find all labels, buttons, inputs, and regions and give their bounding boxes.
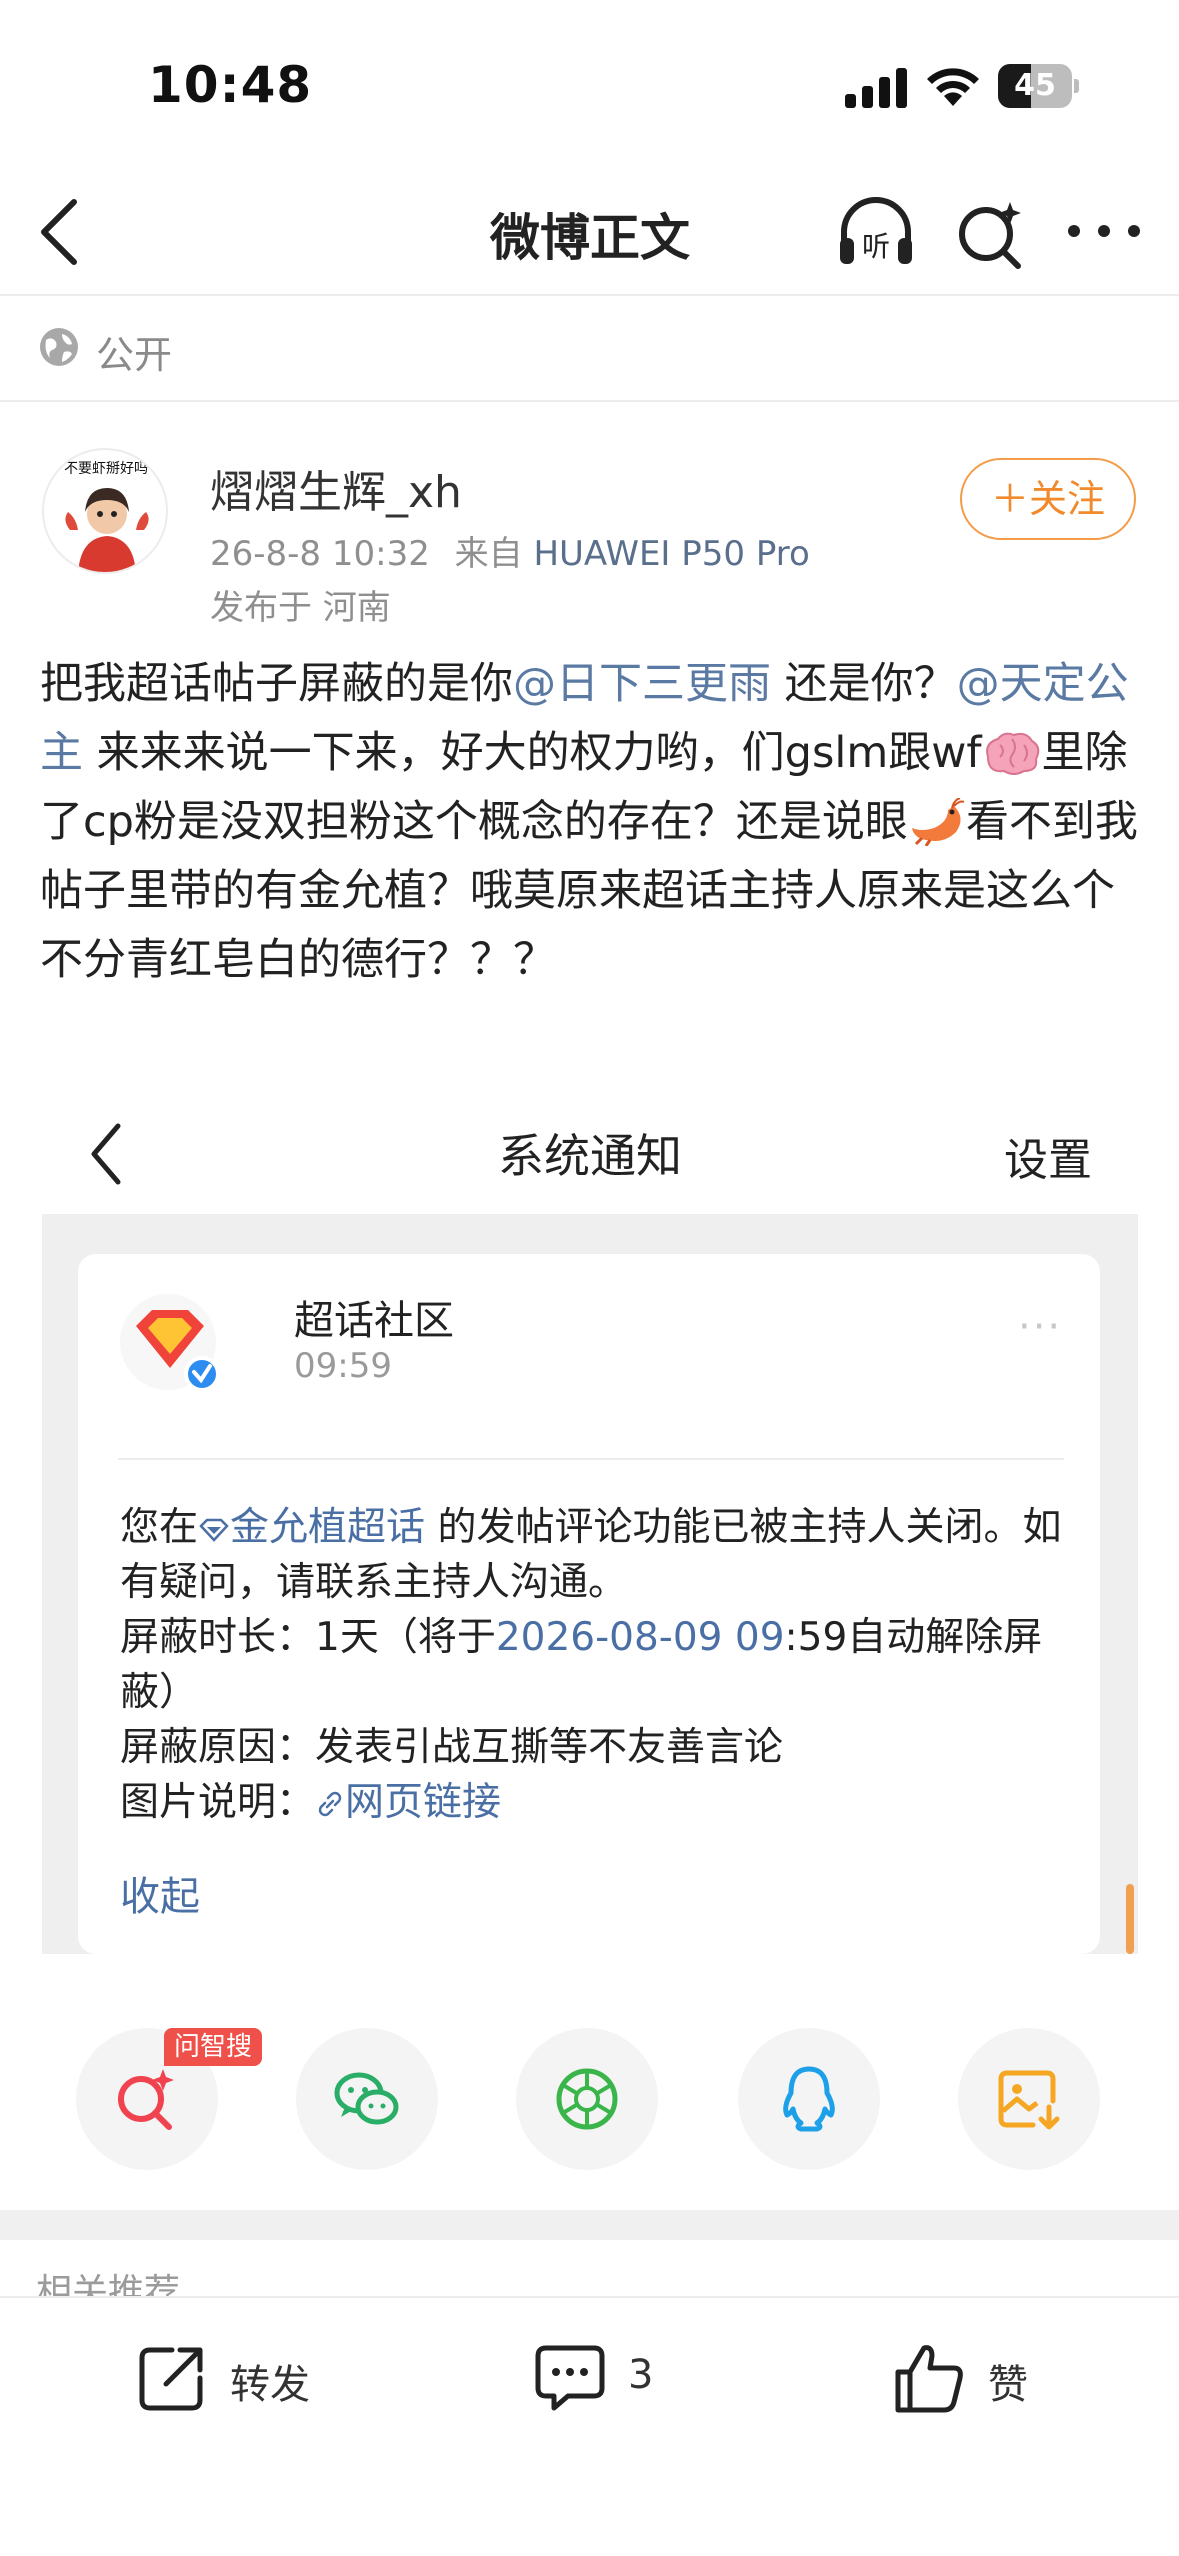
thumbs-up-icon [895,2345,963,2413]
embedded-settings-label: 设置 [1004,1135,1092,1186]
brain-emoji-icon [985,732,1039,775]
comment-icon [535,2345,605,2411]
bottom-action-bar: 转发 3 赞 [0,2296,1179,2556]
diamond-icon [199,1518,229,1542]
duration-value: 1天（将于 [315,1615,496,1660]
nav-bar: 微博正文 听 [0,170,1179,294]
clock: 10:48 [148,56,313,114]
reason-value: 发表引战互撕等不友善言论 [315,1725,784,1770]
ai-search-icon [118,2069,174,2130]
web-link: 网页链接 [345,1780,502,1825]
wifi-icon [927,68,979,106]
chevron-left-icon[interactable] [30,192,90,272]
notice-text: 您在 [120,1505,199,1550]
post-text-1: 把我超话帖子屏蔽的是你 [40,659,513,709]
post-text-3: 来来来说一下来，好大的权力哟，们gslm跟wf [96,728,982,778]
search-sparkle-icon[interactable] [954,190,1026,274]
notification-card: 超话社区 09:59 ··· 您在 金允植超话 的发帖评论功能已被主持人关闭。如有… [78,1254,1100,1954]
ai-search-badge: 问智搜 [164,2028,263,2066]
moments-icon [556,2068,618,2130]
sender-time: 09:59 [294,1346,392,1386]
duration-label: 屏蔽时长： [120,1615,316,1660]
topic-link: 金允植超话 [230,1505,426,1550]
globe-icon [40,328,78,366]
qq-icon [783,2066,835,2132]
post-body: 把我超话帖子屏蔽的是你@日下三更雨 还是你？@天定公主 来来来说一下来，好大的权… [40,650,1150,995]
source-device: HUAWEI P50 Pro [533,534,810,574]
headphones-listen-icon[interactable]: 听 [834,190,918,274]
like-button[interactable]: 赞 [892,2332,1052,2422]
follow-button[interactable]: ＋关注 [960,458,1136,540]
comment-count: 3 [628,2352,654,2398]
battery-icon: 45 [998,64,1079,108]
post-date: 26-8-8 10:32 [210,534,430,574]
mention-link[interactable]: @日下三更雨 [513,659,771,709]
repost-icon [139,2347,203,2411]
page-title: 微博正文 [490,209,690,267]
reason-label: 屏蔽原因： [120,1725,316,1770]
repost-button[interactable]: 转发 [134,2332,334,2422]
cellular-signal-icon [845,68,907,108]
comment-button[interactable]: 3 [532,2332,692,2422]
post-meta: 26-8-8 10:32 来自 HUAWEI P50 Pro [210,526,810,575]
card-more-icon: ··· [1018,1304,1063,1350]
listen-glyph: 听 [862,230,890,263]
shrimp-emoji-icon [911,798,965,846]
visibility-row: 公开 [0,296,1179,400]
divider [118,1458,1064,1460]
link-icon [318,1791,342,1817]
share-qq-button[interactable] [738,2028,880,2170]
embedded-screenshot-header: 系统通知 设置 [42,1090,1138,1218]
divider [0,400,1179,402]
duration-date: 2026-08-09 09 [495,1615,785,1660]
more-dots-icon[interactable] [1064,206,1144,256]
super-topic-logo-icon [120,1294,220,1392]
repost-label: 转发 [230,2362,310,2408]
wechat-icon [334,2072,399,2125]
notification-text: 您在 金允植超话 的发帖评论功能已被主持人关闭。如有疑问，请联系主持人沟通。 屏蔽… [120,1500,1070,1830]
scrollbar-thumb [1126,1884,1134,1954]
embedded-title: 系统通知 [498,1129,682,1183]
avatar-illustration [65,488,149,572]
battery-percent: 45 [1014,68,1056,103]
image-label: 图片说明： [120,1780,316,1825]
embedded-screenshot-body[interactable]: 超话社区 09:59 ··· 您在 金允植超话 的发帖评论功能已被主持人关闭。如有… [42,1214,1138,1954]
author-name[interactable]: 熠熠生辉_xh [210,456,462,520]
sender-name: 超话社区 [294,1298,454,1344]
visibility-label: 公开 [96,333,173,377]
related-heading: 相关推荐 [36,2272,181,2296]
source-prefix: 来自 [454,534,523,574]
post-text-2: 还是你？ [784,659,957,709]
collapse-link: 收起 [120,1874,200,1920]
save-image-icon [998,2070,1060,2130]
share-moments-button[interactable] [516,2028,658,2170]
avatar[interactable]: 不要虾掰好吗 [42,448,168,574]
post-location: 发布于 河南 [210,588,391,628]
status-bar: 10:48 45 [0,0,1179,170]
chevron-left-icon [91,1123,121,1185]
share-wechat-button[interactable] [296,2028,438,2170]
save-image-button[interactable] [958,2028,1100,2170]
like-label: 赞 [988,2362,1028,2408]
section-separator [0,2210,1179,2240]
